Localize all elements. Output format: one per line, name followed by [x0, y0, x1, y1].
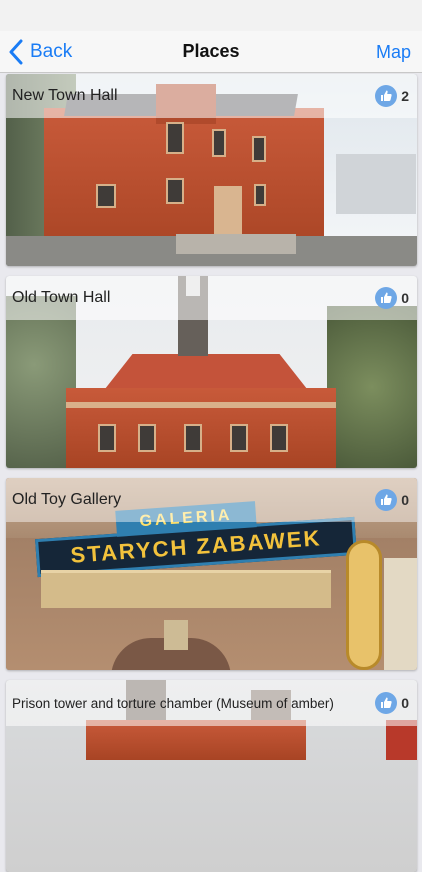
place-card-prison-tower[interactable]: Prison tower and torture chamber (Museum… — [6, 680, 417, 872]
thumbs-up-icon — [375, 692, 398, 714]
place-card-label: Old Town Hall 0 — [6, 276, 417, 320]
place-name: New Town Hall — [12, 87, 118, 104]
status-bar — [0, 0, 422, 31]
back-label: Back — [30, 41, 73, 62]
map-button[interactable]: Map — [376, 31, 411, 73]
place-name: Old Town Hall — [12, 289, 111, 306]
thumbs-up-icon — [375, 489, 398, 511]
place-card-old-toy-gallery[interactable]: STARYCH ZABAWEK GALERIA Old Toy Gallery … — [6, 478, 417, 670]
place-card-new-town-hall[interactable]: New Town Hall 2 — [6, 74, 417, 266]
back-button[interactable]: Back — [8, 31, 72, 73]
like-counter[interactable]: 0 — [375, 489, 409, 511]
like-count: 0 — [401, 290, 409, 306]
like-count: 2 — [401, 88, 409, 104]
like-count: 0 — [401, 695, 409, 711]
like-counter[interactable]: 0 — [375, 287, 409, 309]
navigation-bar: Back Places Map — [0, 31, 422, 73]
thumbs-up-icon — [375, 85, 398, 107]
like-counter[interactable]: 0 — [375, 692, 409, 714]
place-card-label: Prison tower and torture chamber (Museum… — [6, 680, 417, 726]
chevron-left-icon — [9, 39, 23, 65]
thumbs-up-icon — [375, 287, 398, 309]
place-card-label: Old Toy Gallery 0 — [6, 478, 417, 522]
place-card-old-town-hall[interactable]: Old Town Hall 0 — [6, 276, 417, 468]
like-counter[interactable]: 2 — [375, 85, 409, 107]
place-card-label: New Town Hall 2 — [6, 74, 417, 118]
like-count: 0 — [401, 492, 409, 508]
place-name: Old Toy Gallery — [12, 491, 122, 508]
place-name: Prison tower and torture chamber (Museum… — [12, 695, 334, 711]
